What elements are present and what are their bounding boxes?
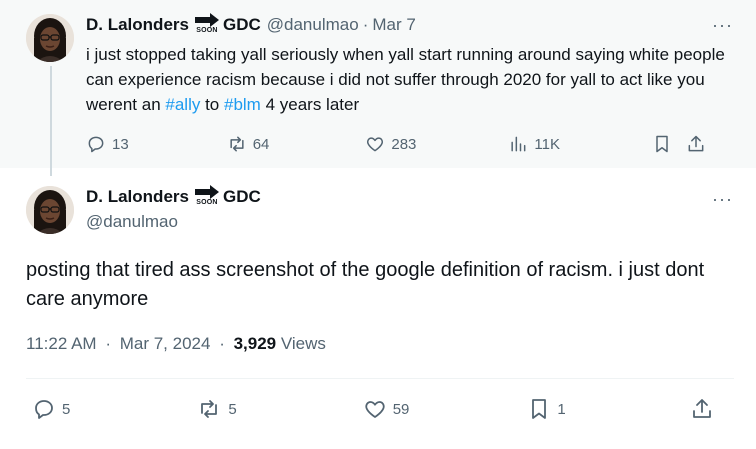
repost-icon — [201, 400, 218, 418]
parent-action-bar: 13 64 283 11K — [86, 134, 706, 154]
main-views-count: 3,929 — [233, 334, 277, 353]
main-date[interactable]: Mar 7, 2024 — [120, 334, 211, 353]
parent-view-count: 11K — [534, 135, 560, 153]
hashtag-ally-link[interactable]: #ally — [165, 95, 200, 114]
analytics-icon — [511, 136, 526, 152]
share-icon — [688, 135, 704, 152]
parent-share-button[interactable] — [686, 134, 706, 154]
reply-icon — [35, 400, 53, 419]
main-time[interactable]: 11:22 AM — [26, 334, 97, 353]
main-avatar[interactable] — [26, 186, 74, 234]
parent-text-part3: 4 years later — [260, 95, 360, 114]
parent-views-button[interactable]: 11K — [508, 134, 560, 154]
hashtag-blm-link[interactable]: #blm — [224, 95, 261, 114]
divider — [26, 378, 734, 379]
main-display-name[interactable]: D. Lalonders — [86, 187, 189, 207]
parent-reply-count: 13 — [112, 135, 129, 153]
main-reply-count: 5 — [62, 400, 71, 418]
soon-badge-text: SOON — [196, 27, 218, 34]
bookmark-icon — [656, 135, 668, 153]
parent-tweet-text: i just stopped taking yall seriously whe… — [86, 42, 726, 117]
soon-badge: SOON — [194, 13, 220, 34]
parent-text-part2: to — [200, 95, 224, 114]
parent-bookmark-button[interactable] — [652, 134, 672, 154]
main-meta-separator-2: · — [219, 334, 225, 353]
parent-handle[interactable]: @danulmao — [267, 15, 359, 35]
parent-repost-count: 64 — [252, 135, 270, 153]
parent-name-suffix: GDC — [222, 14, 261, 34]
main-more-icon[interactable]: ··· — [712, 190, 733, 208]
main-bookmark-count: 1 — [557, 400, 566, 418]
parent-like-count: 283 — [391, 135, 417, 153]
parent-like-button[interactable]: 283 — [365, 134, 416, 154]
main-action-bar: 5 5 59 1 — [32, 397, 714, 421]
heart-icon — [367, 137, 384, 152]
main-bookmark-button[interactable]: 1 — [527, 397, 566, 421]
main-tweet-meta: 11:22 AM · Mar 7, 2024 · 3,929 Views — [26, 334, 326, 354]
arrow-right-icon — [194, 185, 219, 199]
parent-author-line: D. Lalonders SOON GDC @danulmao · Mar 7 — [86, 13, 416, 35]
main-meta-separator-1: · — [105, 334, 111, 353]
reply-icon — [88, 136, 104, 153]
parent-reply-button[interactable]: 13 — [86, 134, 129, 154]
heart-icon — [365, 401, 385, 418]
thread-connector-line — [50, 66, 52, 176]
parent-more-icon[interactable]: ··· — [712, 16, 733, 34]
main-share-button[interactable] — [690, 397, 714, 421]
share-icon — [692, 399, 711, 418]
arrow-right-icon — [194, 13, 219, 27]
soon-badge-text: SOON — [196, 199, 218, 206]
main-name-suffix: GDC — [222, 186, 261, 206]
main-like-count: 59 — [392, 400, 410, 418]
main-tweet-text: posting that tired ass screenshot of the… — [26, 259, 705, 310]
repost-icon — [230, 136, 244, 152]
parent-separator: · — [362, 14, 369, 34]
main-handle[interactable]: @danulmao — [86, 212, 178, 232]
main-repost-button[interactable]: 5 — [196, 397, 237, 421]
main-reply-button[interactable]: 5 — [32, 397, 70, 421]
main-like-button[interactable]: 59 — [363, 397, 410, 421]
parent-display-name[interactable]: D. Lalonders — [86, 15, 189, 35]
main-repost-count: 5 — [228, 400, 237, 418]
main-views-label: Views — [280, 334, 326, 353]
parent-avatar[interactable] — [26, 14, 74, 62]
soon-badge: SOON — [194, 185, 220, 206]
main-author-line: D. Lalonders SOON GDC — [86, 185, 261, 207]
parent-repost-button[interactable]: 64 — [227, 134, 270, 154]
bookmark-icon — [532, 399, 547, 419]
parent-date[interactable]: Mar 7 — [372, 15, 415, 35]
